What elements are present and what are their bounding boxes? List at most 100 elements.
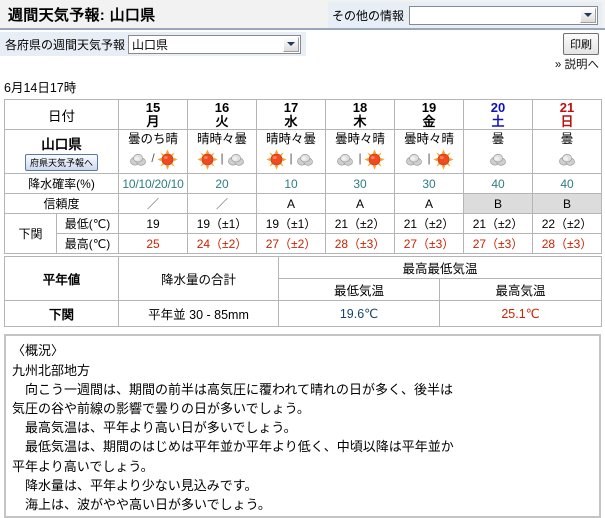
weekly-forecast-table: 日付 15 月 16 火 17 水 18 木 19 金 20 土 21 日 山口… [4,98,602,255]
weather-cell-6: 曇 [532,129,602,175]
weather-icons: | [326,148,394,170]
tmax-value-3: 28（±3） [325,233,395,255]
cloud-icon [335,149,356,170]
day-header-5: 20 土 [463,98,533,131]
day-number: 21 [559,100,575,115]
pop-value-2: 10 [256,173,326,195]
weather-icons: | [257,148,325,170]
cloud-icon [128,149,149,170]
day-number: 19 [421,100,437,115]
weather-text: 曇のち晴 [127,132,178,147]
sun-icon [266,149,287,170]
chevron-down-icon [283,36,299,52]
explain-row: » 説明へ [0,56,605,74]
normals-header-row: 平年値 降水量の合計 最高最低気温 [4,256,603,302]
tmin-value-2: 19（±1） [256,213,326,235]
normals-precip-value: 平年並 30 - 85mm [118,300,279,328]
row-label-region: 山口県 府県天気予報へ [4,129,119,175]
explanation-link[interactable]: » 説明へ [555,56,599,72]
pop-value-0: 10/10/20/10 [118,173,188,195]
pop-value-4: 30 [394,173,464,195]
cloud-icon [404,149,425,170]
cloud-icon [295,149,316,170]
day-of-week: 日 [560,113,574,129]
day-header-1: 16 火 [187,98,257,131]
weather-icons [533,148,601,170]
prefecture-select[interactable]: 山口県 [128,34,301,54]
tmin-value-6: 22（±2） [532,213,602,235]
tmax-value-2: 27（±2） [256,233,326,255]
normals-station: 下関 [4,300,119,328]
weather-separator: | [289,151,293,166]
day-number: 15 [145,100,161,115]
page-title-block: 週間天気予報: 山口県 [0,0,326,28]
other-info-group: その他の情報 [328,2,602,28]
pop-value-1: 20 [187,173,257,195]
table-row-tmin: 下関 最低(℃) 19 19（±1） 19（±1） 21（±2） 21（±2） … [4,213,602,255]
table-row-weather: 山口県 府県天気予報へ 曇のち晴 / 晴時々曇 | 晴時々曇 | 曇時々晴 | … [4,129,602,175]
weather-text: 晴時々曇 [196,132,247,147]
normals-tmax-value: 25.1℃ [438,300,603,328]
tmin-value-1: 19（±1） [187,213,257,235]
day-of-week: 土 [491,113,505,129]
weather-icons [464,148,532,170]
prefecture-select-label: 各府県の週間天気予報 [5,37,126,52]
day-of-week: 金 [422,113,436,129]
normals-tmax-header: 最高気温 [438,278,603,302]
weather-cell-3: 曇時々晴 | [325,129,395,175]
table-row-tmax: 最高(℃) 25 24（±2） 27（±2） 28（±3） 27（±3） 27（… [5,233,602,255]
print-button[interactable]: 印刷 [563,33,599,55]
cloud-icon [488,149,509,170]
day-header-3: 18 木 [325,98,395,131]
weather-separator: | [358,151,362,166]
sun-icon [364,149,385,170]
normals-title: 平年値 [4,256,119,302]
other-info-label: その他の情報 [332,8,405,23]
forecast-timestamp: 6月14日17時 [4,81,77,95]
weather-cell-4: 曇時々晴 | [394,129,464,175]
tmin-value-4: 21（±2） [394,213,464,235]
normals-tmin-value: 19.6℃ [278,300,440,328]
row-label-tmin: 最低(℃) [56,213,119,235]
table-row-pop: 降水確率(%) 10/10/20/10 20 10 30 30 40 40 [4,173,602,195]
day-number: 16 [214,100,230,115]
weather-icons: | [188,148,256,170]
day-of-week: 火 [215,113,229,129]
day-number: 18 [352,100,368,115]
normals-value-row: 下関 平年並 30 - 85mm 19.6℃ 25.1℃ [4,300,603,328]
pop-value-3: 30 [325,173,395,195]
weather-cell-5: 曇 [463,129,533,175]
pop-value-6: 40 [532,173,602,195]
cloud-icon [557,149,578,170]
page-title: 週間天気予報: 山口県 [8,6,156,24]
weather-separator: | [427,151,431,166]
table-row-date: 日付 15 月 16 火 17 水 18 木 19 金 20 土 21 日 [4,98,602,131]
prefecture-select-value: 山口県 [132,37,169,52]
tmax-value-6: 28（±3） [532,233,602,255]
row-label-tmax: 最高(℃) [56,233,119,255]
weather-cell-2: 晴時々曇 | [256,129,326,175]
weather-separator: / [151,151,155,166]
weather-cell-0: 曇のち晴 / [118,129,188,175]
normals-table: 平年値 降水量の合計 最高最低気温 最低気温 最高気温 下関 平年並 30 - … [4,256,603,328]
sun-icon [197,149,218,170]
reliability-value-3: A [325,193,395,215]
region-name: 山口県 [41,136,82,152]
weather-text: 曇 [560,132,574,147]
day-header-6: 21 日 [532,98,602,131]
day-header-4: 19 金 [394,98,464,131]
tmax-value-5: 27（±3） [463,233,533,255]
region-forecast-button[interactable]: 府県天気予報へ [24,153,98,171]
weather-text: 晴時々曇 [265,132,316,147]
reliability-value-2: A [256,193,326,215]
tmax-value-0: 25 [118,233,188,255]
table-row-reliability: 信頼度 ／ ／ A A A B B [4,193,602,215]
station-name: 下関 [4,213,57,255]
tmax-value-4: 27（±3） [394,233,464,255]
top-header-bar: 週間天気予報: 山口県 その他の情報 [0,0,605,30]
other-info-select[interactable] [409,5,598,25]
normals-tmin-header: 最低気温 [278,278,440,302]
weather-separator: | [220,151,224,166]
day-number: 17 [283,100,299,115]
sun-icon [157,149,178,170]
